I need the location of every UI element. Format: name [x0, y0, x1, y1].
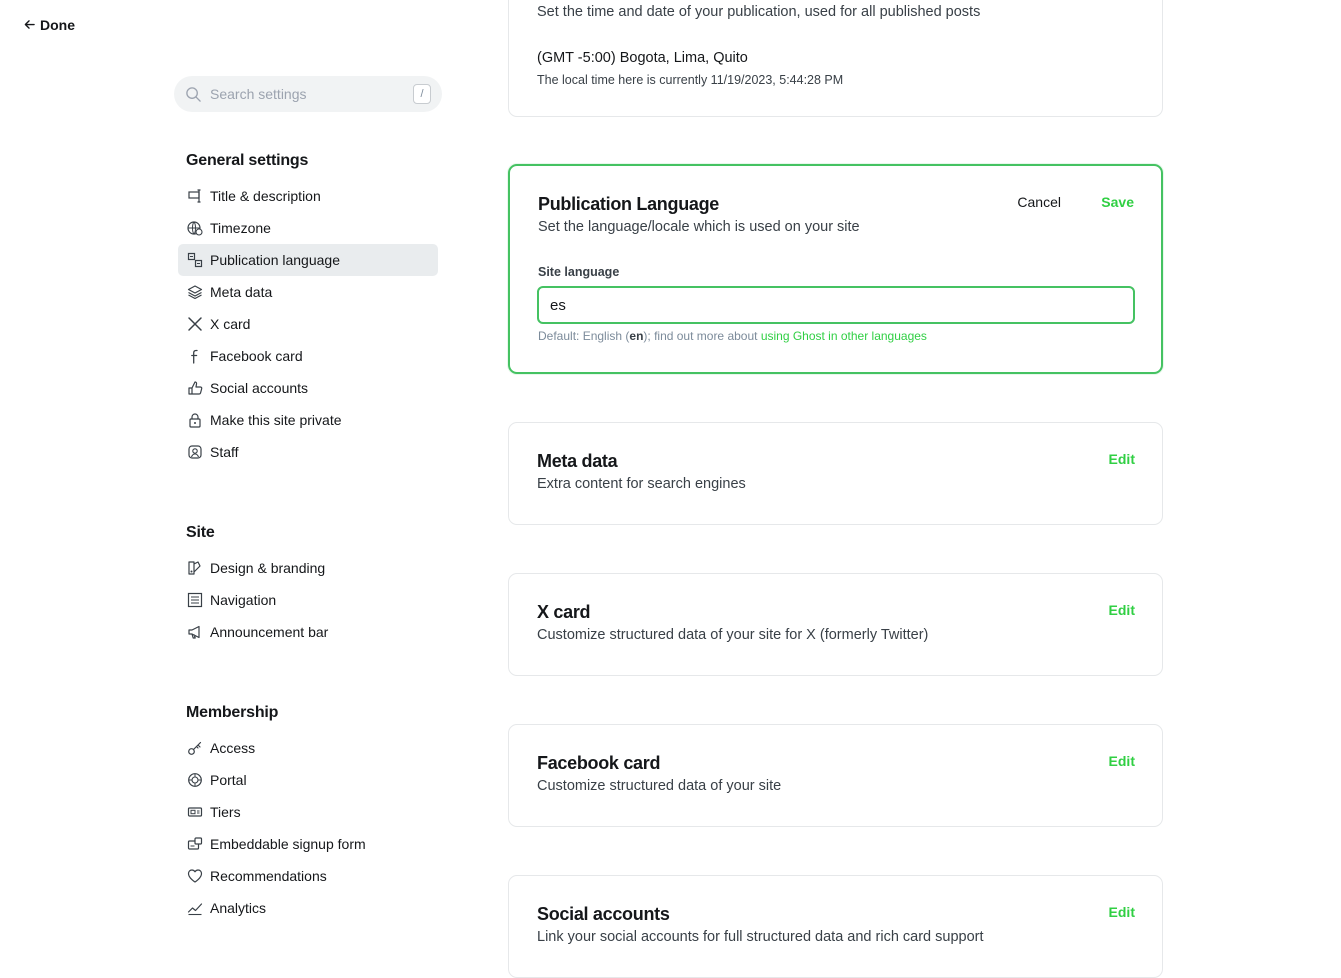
- sidebar-item-facebook-card[interactable]: Facebook card: [178, 340, 438, 372]
- hint-prefix: Default: English (: [538, 329, 630, 343]
- sidebar-item-timezone[interactable]: Timezone: [178, 212, 438, 244]
- edit-button[interactable]: Edit: [1109, 602, 1135, 618]
- lock-icon: [186, 412, 203, 429]
- sidebar-item-label: Design & branding: [210, 560, 326, 576]
- x-logo-icon: [186, 316, 203, 333]
- card-description: Set the language/locale which is used on…: [538, 219, 860, 235]
- sidebar-item-portal[interactable]: Portal: [178, 764, 438, 796]
- timezone-local-time: The local time here is currently 11/19/2…: [537, 73, 844, 87]
- search-icon: [185, 86, 202, 103]
- sidebar-item-publication-language[interactable]: Publication language: [178, 244, 438, 276]
- arrow-left-icon: [24, 17, 35, 33]
- portal-icon: [186, 772, 203, 789]
- card-description: Link your social accounts for full struc…: [537, 929, 984, 945]
- sidebar-item-analytics[interactable]: Analytics: [178, 892, 438, 924]
- sidebar-item-label: Meta data: [210, 284, 273, 300]
- card-title: Publication Language: [538, 194, 720, 214]
- x-card-card: X card Customize structured data of your…: [508, 573, 1163, 676]
- timezone-value: (GMT -5:00) Bogota, Lima, Quito: [537, 50, 748, 66]
- sidebar-item-access[interactable]: Access: [178, 732, 438, 764]
- sidebar-item-tiers[interactable]: Tiers: [178, 796, 438, 828]
- timezone-description: Set the time and date of your publicatio…: [537, 4, 981, 20]
- facebook-card-card: Facebook card Customize structured data …: [508, 724, 1163, 827]
- translate-icon: [186, 252, 203, 269]
- thumbs-up-icon: [186, 380, 203, 397]
- search-box[interactable]: /: [174, 76, 442, 112]
- megaphone-icon: [186, 624, 203, 641]
- card-description: Customize structured data of your site f…: [537, 627, 929, 643]
- sidebar-item-label: Staff: [210, 444, 239, 460]
- sidebar-item-embeddable-signup-form[interactable]: Embeddable signup form: [178, 828, 438, 860]
- sidebar-item-label: Social accounts: [210, 380, 309, 396]
- nav-group-general-settings: General settings: [186, 152, 309, 169]
- sidebar-item-label: Navigation: [210, 592, 277, 608]
- other-languages-link[interactable]: using Ghost in other languages: [761, 329, 927, 343]
- sidebar-item-meta-data[interactable]: Meta data: [178, 276, 438, 308]
- staff-icon: [186, 444, 203, 461]
- sidebar-item-label: Embeddable signup form: [210, 836, 366, 852]
- timezone-card: Set the time and date of your publicatio…: [508, 0, 1163, 117]
- search-shortcut-key: /: [413, 84, 431, 104]
- title-icon: [186, 188, 203, 205]
- brush-icon: [186, 560, 203, 577]
- nav-group-membership: Membership: [186, 704, 279, 721]
- meta-data-card: Meta data Extra content for search engin…: [508, 422, 1163, 525]
- sidebar-item-label: Tiers: [210, 804, 241, 820]
- ticket-icon: [186, 804, 203, 821]
- sidebar-item-label: Timezone: [210, 220, 271, 236]
- search-input[interactable]: [208, 85, 402, 103]
- sidebar-item-label: Announcement bar: [210, 624, 329, 640]
- sidebar-item-recommendations[interactable]: Recommendations: [178, 860, 438, 892]
- social-accounts-card: Social accounts Link your social account…: [508, 875, 1163, 978]
- sidebar-item-label: Facebook card: [210, 348, 303, 364]
- done-button[interactable]: Done: [24, 17, 75, 33]
- sidebar-item-label: Analytics: [210, 900, 267, 916]
- sidebar-item-announcement-bar[interactable]: Announcement bar: [178, 616, 438, 648]
- publication-language-card: Publication Language Set the language/lo…: [508, 164, 1163, 374]
- cancel-button[interactable]: Cancel: [1017, 194, 1061, 210]
- nav-group-site: Site: [186, 524, 215, 541]
- card-description: Extra content for search engines: [537, 476, 746, 492]
- sidebar-item-label: Publication language: [210, 252, 340, 268]
- sidebar-item-label: Portal: [210, 772, 247, 788]
- sidebar-item-staff[interactable]: Staff: [178, 436, 438, 468]
- done-label: Done: [40, 17, 75, 33]
- edit-button[interactable]: Edit: [1109, 904, 1135, 920]
- sidebar-item-social-accounts[interactable]: Social accounts: [178, 372, 438, 404]
- edit-button[interactable]: Edit: [1109, 451, 1135, 467]
- sidebar-item-title-description[interactable]: Title & description: [178, 180, 438, 212]
- sidebar-item-x-card[interactable]: X card: [178, 308, 438, 340]
- save-button[interactable]: Save: [1101, 194, 1134, 210]
- sidebar-item-label: Title & description: [210, 188, 321, 204]
- sidebar-item-label: Make this site private: [210, 412, 342, 428]
- site-language-input[interactable]: [537, 286, 1135, 324]
- heart-icon: [186, 868, 203, 885]
- key-icon: [186, 740, 203, 757]
- facebook-icon: [186, 348, 203, 365]
- sidebar-item-label: Recommendations: [210, 868, 327, 884]
- sidebar-item-label: Access: [210, 740, 256, 756]
- hint-default-code: en: [629, 329, 644, 343]
- card-title: Facebook card: [537, 753, 661, 773]
- sidebar-item-navigation[interactable]: Navigation: [178, 584, 438, 616]
- sidebar-item-label: X card: [210, 316, 251, 332]
- globe-clock-icon: [186, 220, 203, 237]
- card-title: X card: [537, 602, 591, 622]
- site-language-label: Site language: [538, 265, 620, 279]
- card-title: Social accounts: [537, 904, 670, 924]
- hint-middle: ); find out more about: [643, 329, 761, 343]
- card-title: Meta data: [537, 451, 618, 471]
- site-language-hint: Default: English (en); find out more abo…: [538, 329, 927, 343]
- layers-icon: [186, 284, 203, 301]
- embed-icon: [186, 836, 203, 853]
- card-description: Customize structured data of your site: [537, 778, 782, 794]
- edit-button[interactable]: Edit: [1109, 753, 1135, 769]
- sidebar-item-design-branding[interactable]: Design & branding: [178, 552, 438, 584]
- sidebar-item-make-site-private[interactable]: Make this site private: [178, 404, 438, 436]
- chart-icon: [186, 900, 203, 917]
- list-icon: [186, 592, 203, 609]
